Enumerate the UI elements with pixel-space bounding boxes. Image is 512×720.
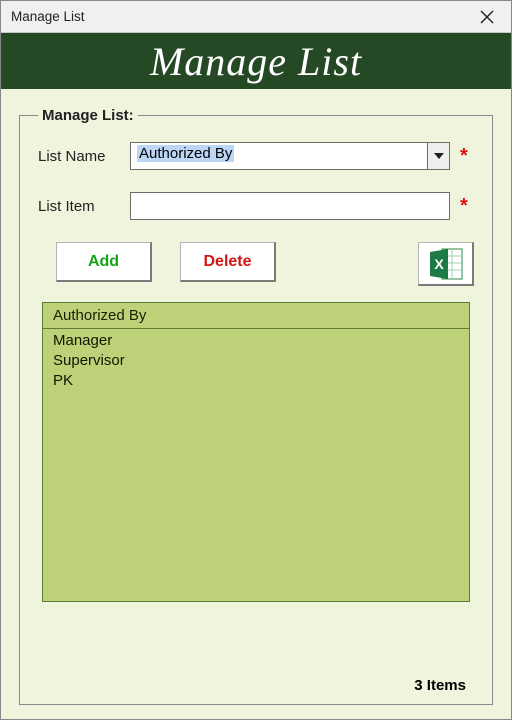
export-excel-button[interactable]: X <box>418 242 474 286</box>
list-name-combobox[interactable]: Authorized By <box>130 142 450 170</box>
row-list-name: List Name Authorized By * <box>38 142 474 170</box>
close-button[interactable] <box>467 3 507 31</box>
list-item[interactable]: PK <box>53 371 459 391</box>
list-item[interactable]: Manager <box>53 331 459 351</box>
add-button[interactable]: Add <box>56 242 152 282</box>
items-listbox[interactable]: Authorized By Manager Supervisor PK <box>42 302 470 602</box>
required-marker: * <box>460 195 474 218</box>
delete-button[interactable]: Delete <box>180 242 276 282</box>
excel-icon: X <box>428 247 464 281</box>
close-icon <box>480 10 494 24</box>
list-item-input[interactable] <box>130 192 450 220</box>
svg-text:X: X <box>434 256 444 272</box>
item-count-label: 3 Items <box>414 677 466 694</box>
titlebar: Manage List <box>1 1 511 33</box>
window-title: Manage List <box>11 9 467 24</box>
label-list-item: List Item <box>38 198 130 215</box>
action-button-row: Add Delete X <box>56 242 474 286</box>
required-marker: * <box>460 145 474 168</box>
listbox-header: Authorized By <box>43 303 469 329</box>
chevron-down-icon <box>434 153 444 159</box>
row-list-item: List Item * <box>38 192 474 220</box>
group-legend: Manage List: <box>38 107 138 124</box>
dialog-window: Manage List Manage List Manage List: Lis… <box>0 0 512 720</box>
list-name-dropdown-button[interactable] <box>427 143 449 169</box>
banner-title: Manage List <box>150 38 362 85</box>
label-list-name: List Name <box>38 148 130 165</box>
banner: Manage List <box>1 33 511 89</box>
list-item[interactable]: Supervisor <box>53 351 459 371</box>
list-name-value[interactable]: Authorized By <box>131 143 427 169</box>
dialog-body: Manage List: List Name Authorized By * L… <box>1 89 511 719</box>
listbox-body: Manager Supervisor PK <box>43 329 469 393</box>
manage-list-group: Manage List: List Name Authorized By * L… <box>19 107 493 705</box>
